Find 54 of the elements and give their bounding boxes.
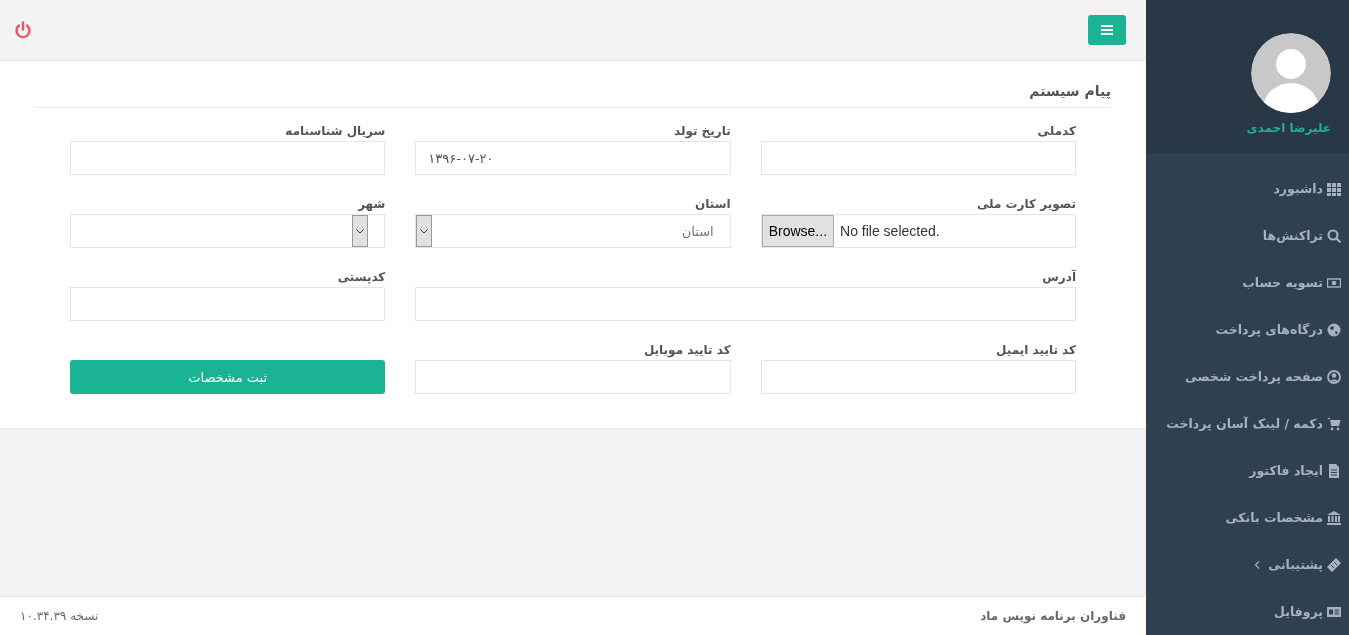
field-label: کد تایید ایمیل [995,343,1076,358]
sidebar-item[interactable]: تسویه حساب [1146,259,1349,306]
text-field[interactable] [415,287,1076,321]
document-icon [1327,463,1341,478]
browse-button[interactable]: Browse... [761,215,835,247]
file-status-text: No file selected. [839,223,940,239]
ticket-icon [1327,557,1341,572]
sidebar-item[interactable]: پروفایل [1146,588,1349,635]
sidebar-item[interactable]: ایجاد فاکتور [1146,447,1349,494]
text-field[interactable] [70,141,386,175]
panel-title: پیام سیستم [35,83,1111,108]
field-label: کدپستی [336,270,386,285]
date-field[interactable]: ۱۳۹۶-۰۷-۲۰ [415,141,731,175]
id-card-icon [1327,604,1341,619]
text-field[interactable] [415,360,731,394]
version-text: نسخه ۱۰.۳۴.۳۹ [20,609,99,623]
avatar-icon [1251,33,1331,113]
field-label: استان [694,197,731,212]
grid-icon [1327,181,1341,196]
file-field[interactable]: Browse... No file selected. [760,214,1076,248]
menu-icon [1101,25,1113,35]
sidebar-item[interactable]: مشخصات بانکی [1146,494,1349,541]
submit-button[interactable]: ثبت مشخصات [70,360,386,394]
field-label: شهر [356,197,386,212]
search-icon [1327,228,1341,243]
sidebar-item[interactable]: داشبورد [1146,165,1349,212]
field-label: تصویر کارت ملی [975,197,1076,212]
bank-icon [1327,510,1341,525]
sidebar-item[interactable]: دکمه / لینک آسان پرداخت [1146,400,1349,447]
chevron-icon [1254,560,1261,569]
text-field[interactable] [760,141,1076,175]
sidebar-item[interactable]: پشتیبانی [1146,541,1349,588]
dropdown-field[interactable] [70,214,386,248]
field-label: سریال شناسنامه [284,124,386,139]
field-label: کدملی [1036,124,1076,139]
cart-icon [1327,416,1341,431]
caret-icon [416,215,433,247]
sidebar-item[interactable]: صفحه پرداخت شخصی [1146,353,1349,400]
field-label: تاریخ تولد [672,124,731,139]
user-circle-icon [1327,369,1341,384]
field-label: آدرس [1041,270,1076,285]
menu-button[interactable] [1088,15,1126,45]
text-field[interactable] [760,360,1076,394]
sidebar-item[interactable]: درگاه‌های پرداخت [1146,306,1349,353]
text-field[interactable] [70,287,386,321]
dropdown-field[interactable]: استان [415,214,731,248]
company-name: فناوران برنامه نویس ماد [980,609,1126,623]
user-name: علیرضا احمدی [1246,121,1331,135]
sidebar-item[interactable]: تراکنش‌ها [1146,212,1349,259]
banknote-icon [1327,275,1341,290]
caret-icon [352,215,369,247]
globe-icon [1327,322,1341,337]
power-icon[interactable] [14,21,32,39]
field-label: کد تایید موبایل [642,343,731,358]
